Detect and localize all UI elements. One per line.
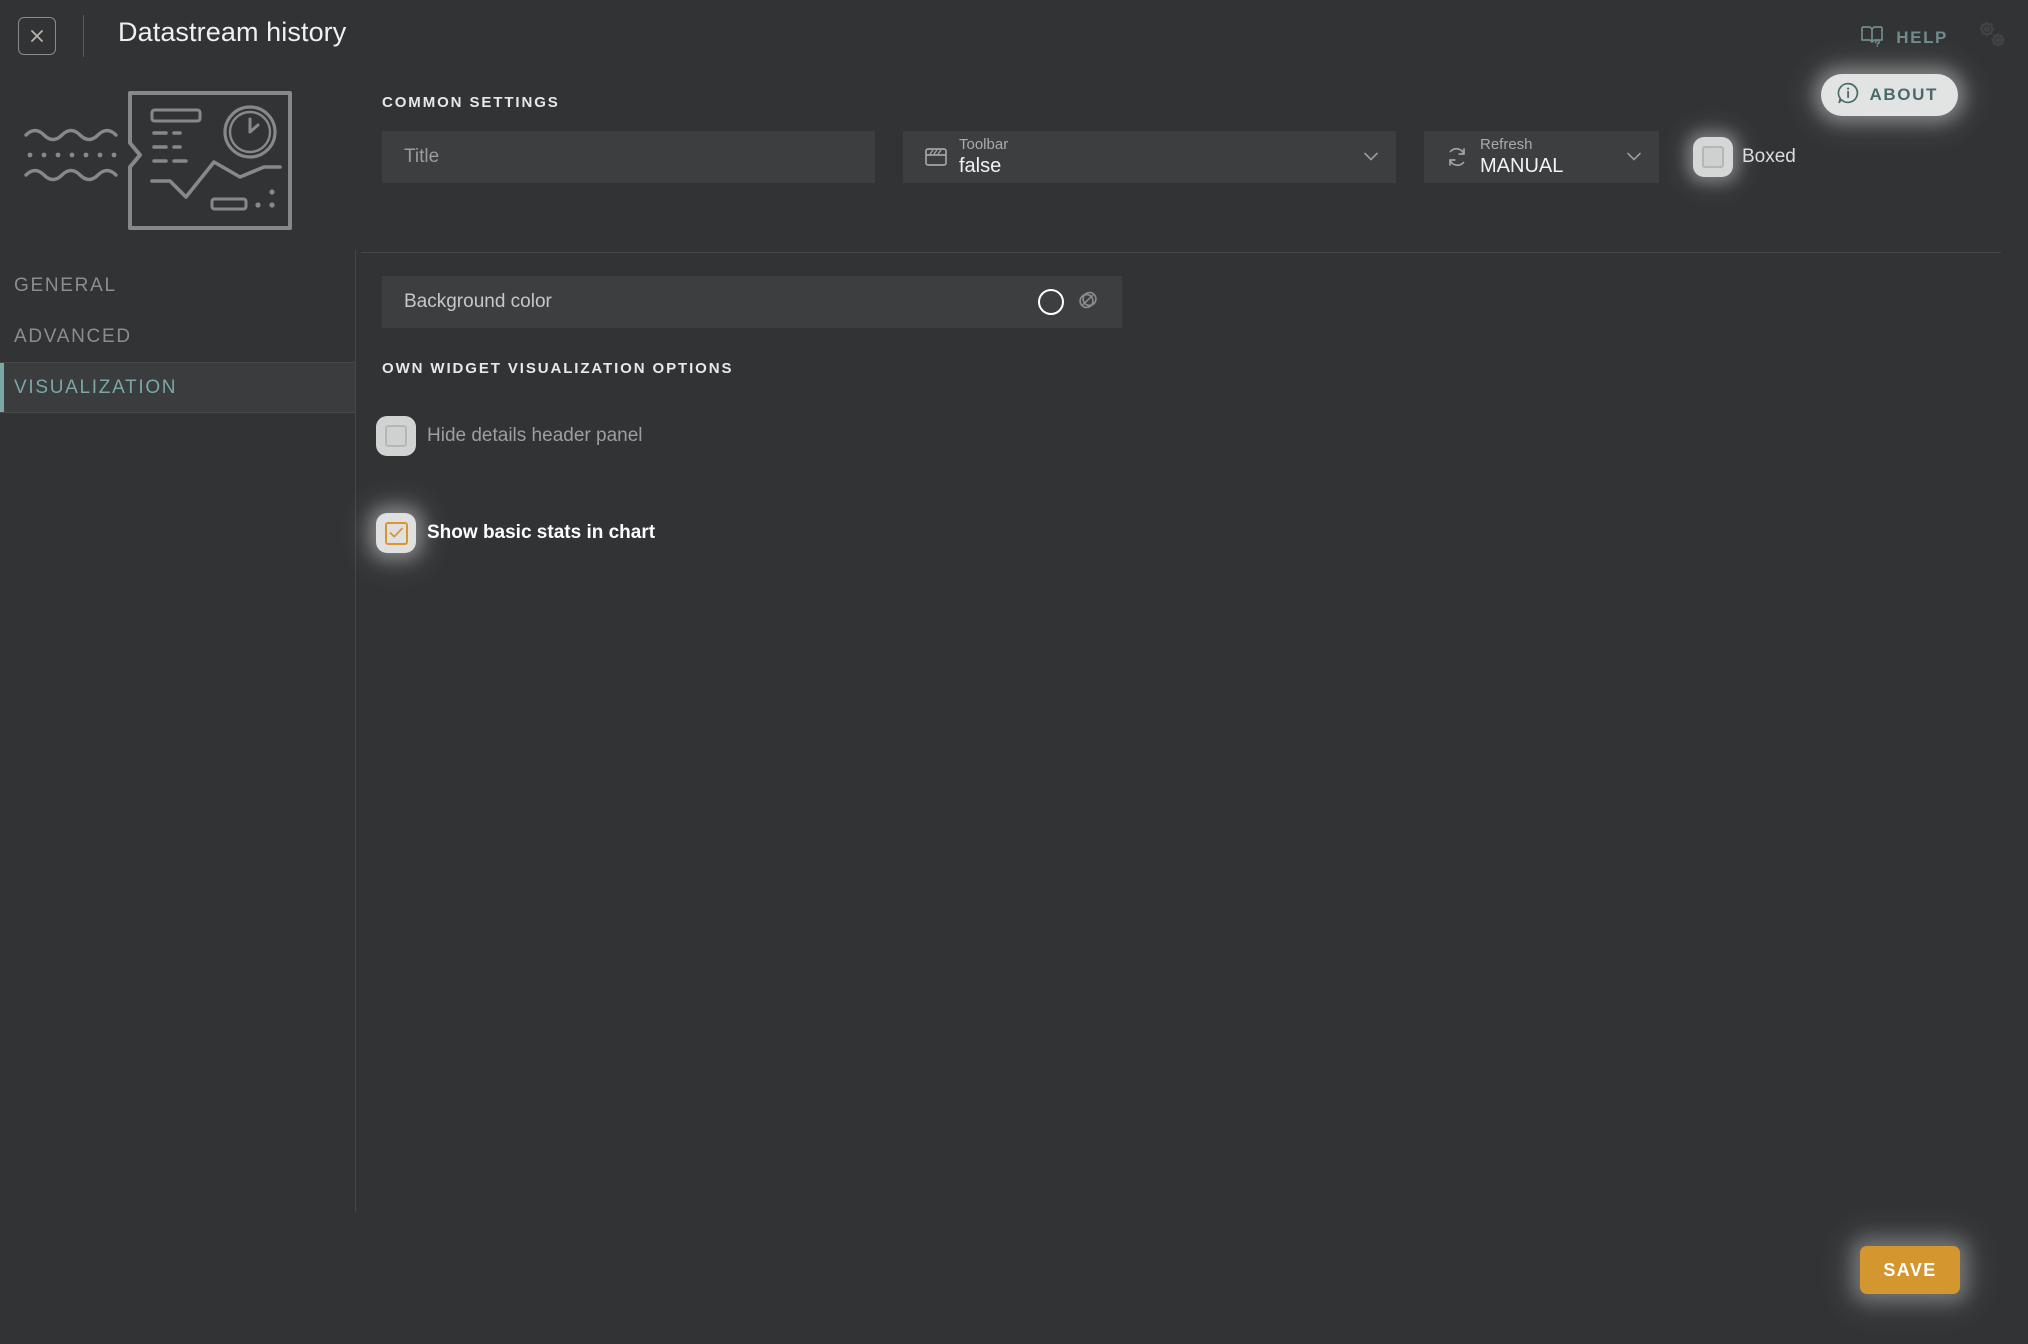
window-toolbar-icon [919,146,953,168]
toolbar-select-texts: Toolbar false [959,135,1009,177]
help-button[interactable]: HELP [1854,19,1954,56]
sidebar-item-label: GENERAL [14,274,117,296]
toolbar-select-caption: Toolbar [959,135,1009,153]
hide-details-header-panel-checkbox[interactable]: Hide details header panel [376,416,643,456]
settings-dialog: Datastream history HELP ABOUT GENERAL AD… [0,0,2028,1344]
sidebar-item-general[interactable]: GENERAL [0,260,355,311]
show-basic-stats-checkbox-box[interactable] [376,513,416,553]
refresh-icon [1440,145,1474,169]
page-title: Datastream history [118,17,347,47]
color-swatch-circle[interactable] [1038,289,1064,315]
refresh-select-texts: Refresh MANUAL [1480,135,1564,177]
checkbox-unchecked-icon [385,425,407,447]
book-question-icon [1860,23,1886,52]
close-x-icon [28,27,46,45]
sidebar-item-label: VISUALIZATION [14,376,178,398]
main-content: COMMON SETTINGS Title Toolbar false Refr… [355,72,2028,1344]
common-settings-row: Title Toolbar false Refresh MANUAL Boxed [382,131,1796,183]
sidebar-item-label: ADVANCED [14,325,132,347]
title-input-placeholder: Title [404,146,440,167]
toolbar-select-value: false [959,154,1002,177]
sidebar-item-advanced[interactable]: ADVANCED [0,311,355,362]
boxed-checkbox[interactable]: Boxed [1693,131,1796,183]
show-basic-stats-checkbox-label: Show basic stats in chart [427,522,656,543]
checkbox-unchecked-icon [1702,146,1724,168]
hide-details-checkbox-label: Hide details header panel [427,425,643,446]
gears-icon [1975,17,2009,56]
hide-details-checkbox-box[interactable] [376,416,416,456]
title-input[interactable]: Title [382,131,875,183]
datastream-chart-illustration [18,77,323,242]
settings-gears-button[interactable] [1970,14,2014,58]
top-bar: Datastream history HELP ABOUT [0,0,2028,116]
opacity-circles-icon[interactable] [1076,288,1100,317]
boxed-checkbox-box[interactable] [1693,137,1733,177]
visualization-panel: Background color OWN WIDGET VISUALIZATIO… [361,252,2001,1344]
topbar-divider [83,15,84,57]
background-color-field[interactable]: Background color [382,276,1122,328]
sidebar-item-visualization[interactable]: VISUALIZATION [0,362,355,413]
save-button[interactable]: SAVE [1860,1246,1960,1294]
background-color-label: Background color [404,291,552,312]
refresh-select-value: MANUAL [1480,154,1564,177]
refresh-select-caption: Refresh [1480,135,1533,153]
common-settings-heading: COMMON SETTINGS [382,94,560,111]
own-widget-options-heading: OWN WIDGET VISUALIZATION OPTIONS [382,360,734,377]
boxed-checkbox-label: Boxed [1742,146,1796,167]
toolbar-select[interactable]: Toolbar false [903,131,1396,183]
checkbox-checked-icon [384,521,408,545]
help-label: HELP [1896,27,1948,47]
chevron-down-icon[interactable] [1364,148,1378,166]
show-basic-stats-checkbox[interactable]: Show basic stats in chart [376,513,655,553]
chevron-down-icon[interactable] [1627,148,1641,166]
sidebar: GENERAL ADVANCED VISUALIZATION [0,72,355,1208]
close-button[interactable] [18,17,56,55]
refresh-select[interactable]: Refresh MANUAL [1424,131,1659,183]
sidebar-nav: GENERAL ADVANCED VISUALIZATION [0,260,355,413]
